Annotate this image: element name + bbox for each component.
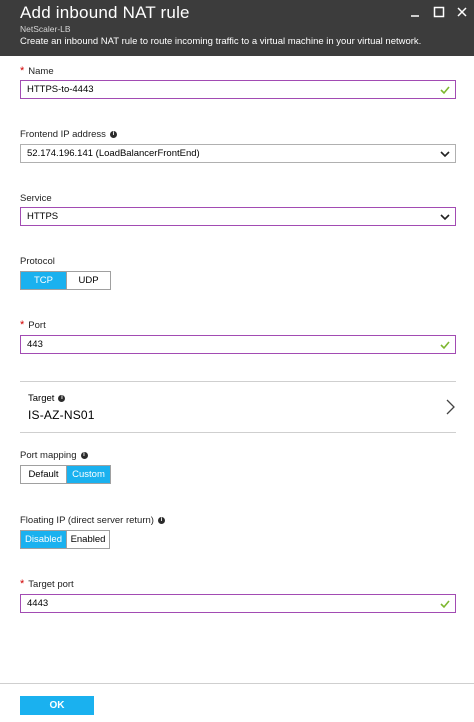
page-subtitle: NetScaler-LB	[20, 24, 71, 34]
service-select[interactable]: HTTPS	[20, 207, 456, 226]
name-input[interactable]: HTTPS-to-4443	[20, 80, 456, 99]
port-mapping-custom-option[interactable]: Custom	[66, 466, 110, 483]
protocol-toggle: TCP UDP	[20, 271, 111, 290]
port-label: * Port	[20, 319, 46, 332]
name-label: * Name	[20, 65, 54, 78]
divider	[20, 432, 456, 433]
check-icon	[440, 85, 450, 94]
chevron-down-icon	[440, 150, 450, 157]
chevron-down-icon	[440, 213, 450, 220]
port-mapping-label: Port mapping i	[20, 450, 88, 461]
info-icon[interactable]: i	[80, 452, 88, 459]
close-icon[interactable]	[455, 5, 469, 19]
frontend-ip-value: 52.174.196.141 (LoadBalancerFrontEnd)	[27, 148, 200, 159]
floating-ip-enabled-option[interactable]: Enabled	[66, 531, 109, 548]
required-marker: *	[20, 319, 25, 331]
check-icon	[440, 340, 450, 349]
info-icon[interactable]: i	[109, 131, 117, 138]
required-marker: *	[20, 65, 25, 77]
target-selector[interactable]: Target i IS-AZ-NS01	[20, 390, 456, 432]
service-value: HTTPS	[27, 211, 59, 222]
minimize-icon[interactable]	[408, 5, 422, 19]
protocol-tcp-option[interactable]: TCP	[21, 272, 66, 289]
target-value: IS-AZ-NS01	[28, 408, 95, 422]
footer-divider	[0, 683, 474, 684]
chevron-right-icon	[446, 399, 455, 415]
floating-ip-disabled-option[interactable]: Disabled	[21, 531, 66, 548]
protocol-udp-option[interactable]: UDP	[66, 272, 110, 289]
info-icon[interactable]: i	[157, 517, 165, 524]
info-icon[interactable]: i	[58, 395, 66, 402]
required-marker: *	[20, 578, 25, 590]
blade-header: Add inbound NAT rule NetScaler-LB Create…	[0, 0, 474, 56]
floating-ip-toggle: Disabled Enabled	[20, 530, 110, 549]
ok-button[interactable]: OK	[20, 696, 94, 715]
target-label: Target i	[28, 393, 66, 404]
divider	[20, 381, 456, 382]
port-input[interactable]: 443	[20, 335, 456, 354]
frontend-ip-label: Frontend IP address i	[20, 129, 117, 140]
frontend-ip-select[interactable]: 52.174.196.141 (LoadBalancerFrontEnd)	[20, 144, 456, 163]
port-mapping-default-option[interactable]: Default	[21, 466, 66, 483]
target-port-input[interactable]: 4443	[20, 594, 456, 613]
target-port-value: 4443	[27, 598, 49, 609]
page-description: Create an inbound NAT rule to route inco…	[20, 36, 422, 47]
floating-ip-label: Floating IP (direct server return) i	[20, 515, 165, 526]
page-title: Add inbound NAT rule	[20, 3, 190, 22]
port-value: 443	[27, 339, 43, 350]
name-value: HTTPS-to-4443	[27, 84, 94, 95]
port-mapping-toggle: Default Custom	[20, 465, 111, 484]
maximize-icon[interactable]	[432, 5, 446, 19]
check-icon	[440, 599, 450, 608]
protocol-label: Protocol	[20, 256, 55, 267]
target-port-label: * Target port	[20, 578, 74, 591]
service-label: Service	[20, 193, 52, 204]
